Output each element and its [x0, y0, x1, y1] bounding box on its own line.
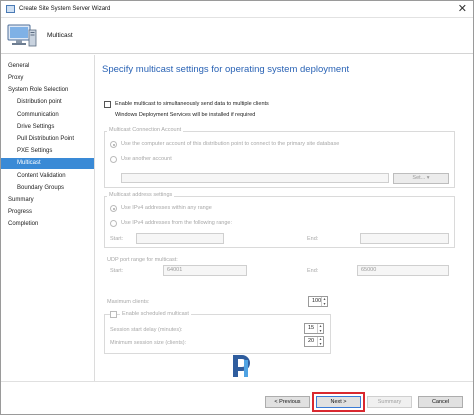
wds-note: Windows Deployment Services will be inst… — [115, 112, 256, 118]
spinner-arrows-icon[interactable]: ▴ ▾ — [317, 323, 323, 333]
window-title: Create Site System Server Wizard — [19, 6, 111, 12]
nav-label: Completion — [8, 221, 39, 227]
computer-account-label: Use the computer account of this distrib… — [121, 141, 340, 147]
max-clients-label: Maximum clients: — [107, 299, 150, 305]
nav-label: Content Validation — [17, 173, 66, 179]
scheduled-multicast-checkbox[interactable] — [110, 311, 117, 318]
udp-end-field[interactable]: 65000 — [357, 265, 449, 276]
session-delay-label: Session start delay (minutes): — [110, 327, 183, 333]
ipv4-from-range-radio[interactable] — [110, 220, 117, 227]
session-delay-value: 15 — [308, 325, 315, 331]
nav-item-pxe-settings[interactable]: PXE Settings — [1, 146, 94, 157]
nav-item-proxy[interactable]: Proxy — [1, 73, 94, 84]
nav-label: Multicast — [17, 160, 41, 166]
wizard-window: Create Site System Server Wizard ✕ Multi… — [0, 0, 474, 415]
wizard-content: Specify multicast settings for operating… — [96, 55, 473, 381]
address-settings-group-title: Multicast address settings — [107, 192, 175, 198]
nav-label: Pull Distribution Point — [17, 136, 75, 142]
nav-item-system-role-selection[interactable]: System Role Selection — [1, 85, 94, 96]
connection-account-group-title: Multicast Connection Account — [107, 127, 184, 133]
set-account-button[interactable]: Set... ▾ — [393, 173, 449, 184]
min-session-size-value: 20 — [308, 338, 315, 344]
max-clients-value: 100 — [312, 298, 322, 304]
nav-item-boundary-groups[interactable]: Boundary Groups — [1, 183, 94, 194]
address-end-field[interactable] — [360, 233, 449, 244]
nav-item-completion[interactable]: Completion — [1, 219, 94, 230]
nav-label: Communication — [17, 112, 59, 118]
session-delay-stepper[interactable]: 15 ▴ ▾ — [304, 323, 324, 334]
another-account-radio[interactable] — [110, 156, 117, 163]
another-account-label: Use another account — [121, 156, 172, 162]
address-start-field[interactable] — [136, 233, 224, 244]
page-title: Specify multicast settings for operating… — [102, 64, 350, 75]
page-heading: Multicast — [47, 32, 73, 39]
nav-item-summary[interactable]: Summary — [1, 195, 94, 206]
computer-icon — [7, 24, 37, 47]
min-session-size-stepper[interactable]: 20 ▴ ▾ — [304, 336, 324, 347]
title-bar: Create Site System Server Wizard ✕ — [1, 1, 473, 18]
udp-end-label: End: — [307, 268, 319, 274]
nav-label: Summary — [8, 197, 34, 203]
ipv4-any-range-label: Use IPv4 addresses within any range — [121, 205, 212, 211]
nav-item-communication[interactable]: Communication — [1, 110, 94, 121]
previous-button[interactable]: < Previous — [265, 396, 310, 408]
spinner-arrows-icon[interactable]: ▴ ▾ — [317, 336, 323, 346]
brand-logo-icon — [233, 355, 250, 377]
nav-item-progress[interactable]: Progress — [1, 207, 94, 218]
address-start-label: Start: — [110, 236, 124, 242]
nav-item-drive-settings[interactable]: Drive Settings — [1, 122, 94, 133]
nav-label: PXE Settings — [17, 148, 53, 154]
scheduled-multicast-label: Enable scheduled multicast — [120, 311, 191, 317]
nav-label: Boundary Groups — [17, 185, 65, 191]
nav-item-multicast[interactable]: Multicast — [1, 158, 94, 169]
ipv4-from-range-label: Use IPv4 addresses from the following ra… — [121, 220, 232, 226]
enable-multicast-label: Enable multicast to simultaneously send … — [115, 101, 269, 107]
ipv4-any-range-radio[interactable] — [110, 205, 117, 212]
max-clients-stepper[interactable]: 100 ▴ ▾ — [308, 296, 328, 307]
nav-label: Proxy — [8, 75, 24, 81]
wizard-footer: < Previous Next > Summary Cancel — [1, 381, 473, 414]
dropdown-arrow-icon: ▾ — [426, 175, 430, 181]
nav-label: System Role Selection — [8, 87, 69, 93]
set-button-label: Set... — [412, 175, 426, 181]
nav-label: Drive Settings — [17, 124, 55, 130]
wizard-window-icon — [6, 5, 15, 13]
nav-item-pull-distribution-point[interactable]: Pull Distribution Point — [1, 134, 94, 145]
udp-start-label: Start: — [110, 268, 124, 274]
account-name-field[interactable] — [121, 173, 389, 183]
enable-multicast-checkbox[interactable] — [104, 101, 111, 108]
nav-item-distribution-point[interactable]: Distribution point — [1, 97, 94, 108]
close-icon[interactable]: ✕ — [458, 3, 467, 15]
nav-label: Distribution point — [17, 99, 62, 105]
cancel-button[interactable]: Cancel — [418, 396, 463, 408]
nav-label: General — [8, 63, 30, 69]
udp-start-field[interactable]: 64001 — [163, 265, 247, 276]
next-button-highlight — [312, 392, 365, 412]
summary-button[interactable]: Summary — [367, 396, 412, 408]
nav-item-general[interactable]: General — [1, 61, 94, 72]
udp-range-title: UDP port range for multicast: — [107, 257, 178, 263]
scheduled-multicast-group — [104, 314, 331, 354]
address-end-label: End: — [307, 236, 319, 242]
nav-label: Progress — [8, 209, 33, 215]
min-session-size-label: Minimum session size (clients): — [110, 340, 187, 346]
wizard-header: Multicast — [1, 18, 473, 54]
wizard-nav: General Proxy System Role Selection Dist… — [1, 55, 95, 381]
nav-item-content-validation[interactable]: Content Validation — [1, 171, 94, 182]
computer-account-radio[interactable] — [110, 141, 117, 148]
spinner-arrows-icon[interactable]: ▴ ▾ — [321, 296, 327, 306]
